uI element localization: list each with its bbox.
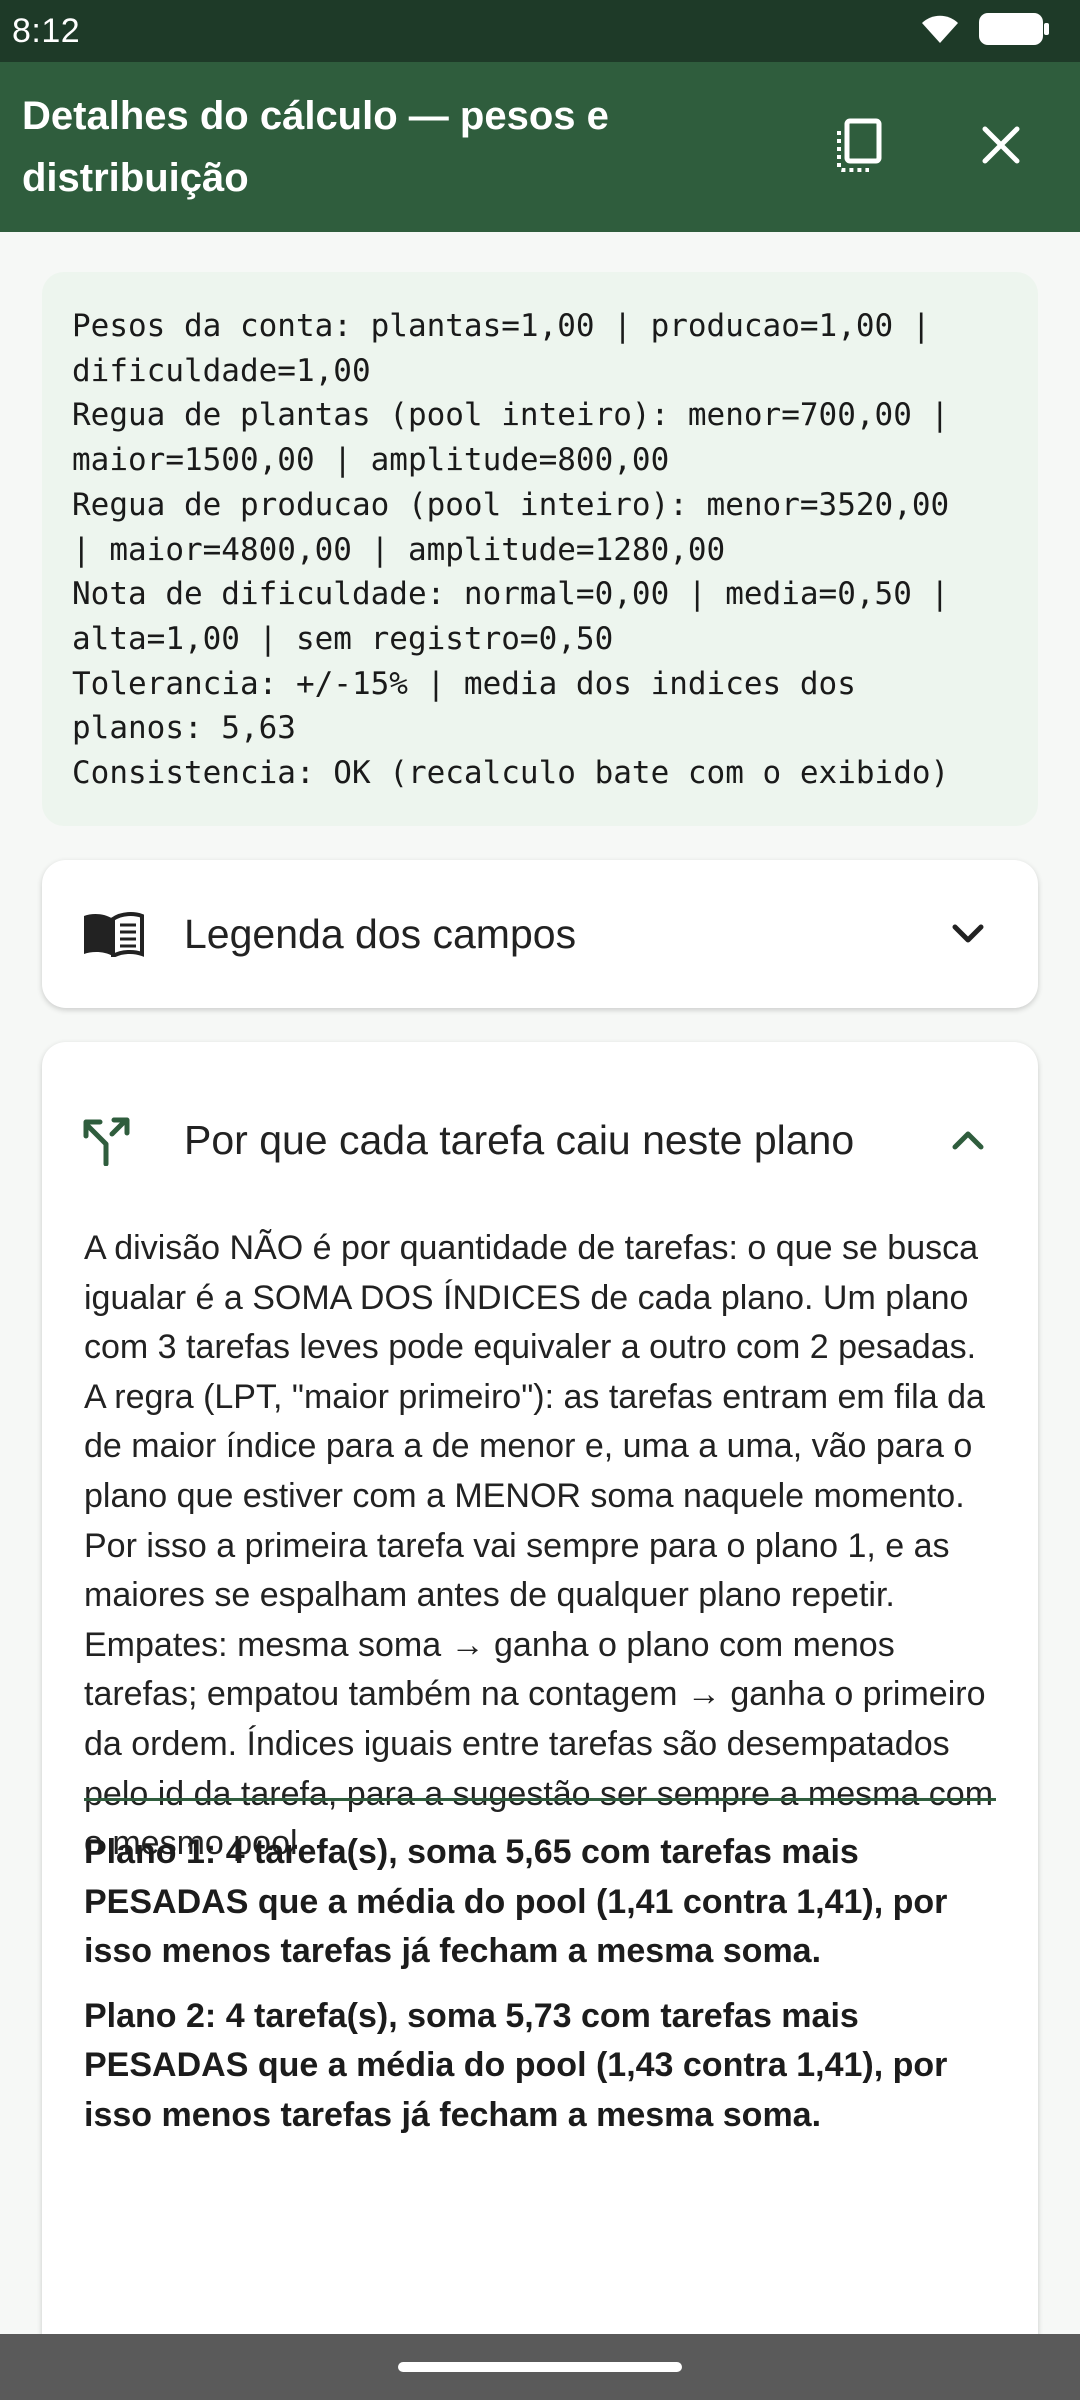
plan-item: Plano 2: 4 tarefa(s), soma 5,73 com tare… xyxy=(84,1996,948,2134)
summary-line: planos: 5,63 xyxy=(72,710,296,747)
app-actions xyxy=(826,62,1036,232)
status-time: 8:12 xyxy=(12,11,81,50)
app-bar: Detalhes do cálculo — pesos e distribuiç… xyxy=(0,62,1080,232)
legend-card: Legenda dos campos xyxy=(42,860,1038,1008)
why-card: Por que cada tarefa caiu neste plano A d… xyxy=(42,1042,1038,2334)
wifi-icon xyxy=(920,13,960,50)
home-gesture-handle[interactable] xyxy=(398,2362,682,2372)
calculation-summary: Pesos da conta: plantas=1,00 | producao=… xyxy=(42,272,1038,826)
summary-line: maior=1500,00 | amplitude=800,00 xyxy=(72,442,670,479)
content-scroll[interactable]: Pesos da conta: plantas=1,00 | producao=… xyxy=(0,232,1080,2334)
legend-card-header[interactable]: Legenda dos campos xyxy=(42,860,1038,1008)
summary-line: | maior=4800,00 | amplitude=1280,00 xyxy=(72,531,726,568)
summary-line: Pesos da conta: plantas=1,00 | producao=… xyxy=(72,308,931,344)
status-icons xyxy=(920,12,1050,51)
close-icon xyxy=(981,125,1021,170)
why-paragraph: A divisão NÃO é por quantidade de tarefa… xyxy=(84,1229,979,1367)
why-card-title: Por que cada tarefa caiu neste plano xyxy=(184,1117,855,1163)
summary-line: Nota de dificuldade: normal=0,00 | media… xyxy=(72,576,950,613)
summary-line: Regua de producao (pool inteiro): menor=… xyxy=(72,486,950,523)
system-nav-bar xyxy=(0,2334,1080,2400)
plan-item: Plano 1: 4 tarefa(s), soma 5,65 com tare… xyxy=(84,1833,948,1971)
status-bar: 8:12 xyxy=(0,0,1080,62)
copy-icon xyxy=(835,117,887,178)
why-card-header[interactable]: Por que cada tarefa caiu neste plano xyxy=(42,1042,1038,1212)
divider xyxy=(84,1798,996,1801)
chevron-down-icon xyxy=(938,923,998,945)
close-button[interactable] xyxy=(966,112,1036,182)
summary-line: dificuldade=1,00 xyxy=(72,352,371,389)
why-paragraph: A regra (LPT, "maior primeiro"): as tare… xyxy=(84,1377,985,1615)
summary-line: Regua de plantas (pool inteiro): menor=7… xyxy=(72,397,950,434)
chevron-up-icon xyxy=(938,1129,998,1151)
copy-button[interactable] xyxy=(826,112,896,182)
page-title: Detalhes do cálculo — pesos e distribuiç… xyxy=(22,94,609,200)
book-icon xyxy=(82,911,152,957)
legend-card-title: Legenda dos campos xyxy=(184,910,577,957)
why-explanation: A divisão NÃO é por quantidade de tarefa… xyxy=(84,1224,1004,1869)
summary-line: Consistencia: OK (recalculo bate com o e… xyxy=(72,755,950,792)
summary-line: Tolerancia: +/-15% | media dos indices d… xyxy=(72,665,856,702)
battery-icon xyxy=(978,12,1050,51)
summary-line: alta=1,00 | sem registro=0,50 xyxy=(72,620,614,657)
plan-list: Plano 1: 4 tarefa(s), soma 5,65 com tare… xyxy=(84,1828,1004,2156)
split-arrows-icon xyxy=(82,1114,152,1166)
